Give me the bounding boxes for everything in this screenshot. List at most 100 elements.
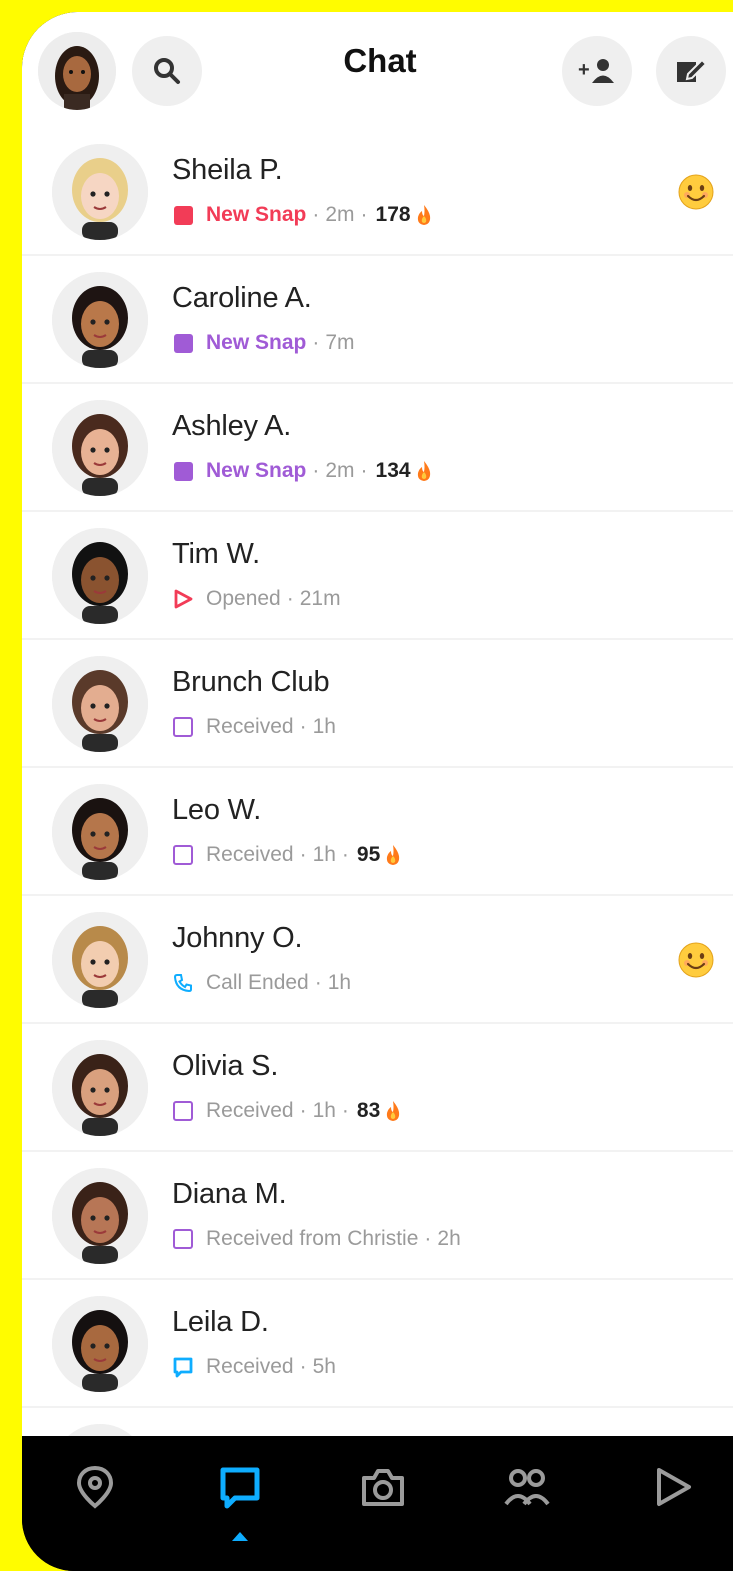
- chat-screen: Chat + Sheila P. New Snap · 2m · 178 Caroline …: [22, 12, 733, 1436]
- phone-icon: [172, 972, 194, 994]
- svg-text:+: +: [578, 59, 590, 81]
- chat-row[interactable]: Sheila P. New Snap · 2m · 178: [22, 128, 733, 254]
- active-tab-indicator: [232, 1532, 248, 1541]
- chat-status-text: Received from Christie: [206, 1227, 419, 1250]
- friend-name: Ashley A.: [172, 410, 292, 442]
- fire-icon: [417, 461, 430, 481]
- camera-icon[interactable]: [358, 1462, 408, 1512]
- chat-status-line: Received from Christie · 2h: [172, 1224, 461, 1254]
- chat-status-text: Call Ended: [206, 971, 309, 994]
- chat-status-text: New Snap: [206, 459, 307, 482]
- separator-dot: ·: [424, 1227, 432, 1250]
- smiley-friend-emoji-icon: [678, 942, 714, 978]
- stories-icon[interactable]: [502, 1462, 552, 1512]
- add-friend-button[interactable]: +: [562, 36, 632, 106]
- separator-dot: ·: [312, 331, 320, 354]
- bitmoji-avatar-icon: [52, 1296, 148, 1392]
- friend-name: Sheila P.: [172, 154, 283, 186]
- separator-dot: ·: [312, 203, 320, 226]
- friend-avatar[interactable]: [52, 528, 148, 624]
- chat-bubble-icon: [172, 1356, 194, 1378]
- chat-status-text: New Snap: [206, 331, 307, 354]
- friend-avatar[interactable]: [52, 144, 148, 240]
- separator-dot: ·: [299, 1099, 307, 1122]
- separator-dot: ·: [360, 203, 368, 226]
- opened-arrow-icon: [172, 588, 194, 610]
- chat-status-text: Received: [206, 1355, 294, 1378]
- snapstreak-count: 134: [375, 459, 411, 482]
- received-snap-icon: [172, 1100, 194, 1122]
- new-snap-icon: [172, 204, 194, 226]
- bitmoji-avatar-icon: [52, 144, 148, 240]
- new-chat-icon: [677, 58, 708, 82]
- chat-row[interactable]: Leila D. Received · 5h: [22, 1280, 733, 1406]
- chat-timestamp: 1h: [327, 971, 352, 994]
- chat-status-line: Received · 1h · 95: [172, 840, 402, 870]
- chat-timestamp: 1h: [312, 715, 336, 738]
- chat-row[interactable]: Olivia S. Received · 1h · 83: [22, 1024, 733, 1150]
- chat-timestamp: 21m: [299, 587, 341, 610]
- chat-status-text: New Snap: [206, 203, 307, 226]
- separator-dot: ·: [299, 843, 307, 866]
- chat-row[interactable]: Brunch Club Received · 1h: [22, 640, 733, 766]
- chat-timestamp: 2h: [437, 1227, 461, 1250]
- chat-timestamp: 5h: [312, 1355, 336, 1378]
- snapstreak-count: 95: [356, 843, 381, 866]
- separator-dot: ·: [312, 459, 320, 482]
- chat-status-line: Received · 1h: [172, 712, 336, 742]
- friend-avatar[interactable]: [52, 1168, 148, 1264]
- fire-icon: [417, 205, 430, 225]
- friend-avatar[interactable]: [52, 400, 148, 496]
- chat-row[interactable]: Leo W. Received · 1h · 95: [22, 768, 733, 894]
- friend-name: Leila D.: [172, 1306, 269, 1338]
- chat-status-line: Received · 5h: [172, 1352, 336, 1382]
- chat-row[interactable]: Diana M. Received from Christie · 2h: [22, 1152, 733, 1278]
- fire-icon: [387, 845, 400, 865]
- chat-status-text: Received: [206, 1099, 294, 1122]
- separator-dot: ·: [299, 715, 307, 738]
- friend-avatar[interactable]: [52, 656, 148, 752]
- chat-icon[interactable]: [215, 1462, 265, 1512]
- chat-row[interactable]: Tim W. Opened · 21m: [22, 512, 733, 638]
- received-snap-icon: [172, 844, 194, 866]
- new-chat-button[interactable]: [656, 36, 726, 106]
- separator-dot: ·: [314, 971, 322, 994]
- separator-dot: ·: [360, 459, 368, 482]
- chat-row[interactable]: Ashley A. New Snap · 2m · 134: [22, 384, 733, 510]
- chat-row[interactable]: Caroline A. New Snap · 7m: [22, 256, 733, 382]
- friend-name: Tim W.: [172, 538, 260, 570]
- separator-dot: ·: [341, 1099, 349, 1122]
- friend-avatar[interactable]: [52, 784, 148, 880]
- bitmoji-avatar-icon: [52, 1168, 148, 1264]
- friend-avatar[interactable]: [52, 272, 148, 368]
- chat-status-line: Opened · 21m: [172, 584, 341, 614]
- friend-avatar[interactable]: [52, 1296, 148, 1392]
- separator-dot: ·: [299, 1355, 307, 1378]
- chat-status-text: Opened: [206, 587, 281, 610]
- new-snap-icon: [172, 332, 194, 354]
- separator-dot: ·: [286, 587, 294, 610]
- friend-avatar[interactable]: [52, 1424, 148, 1436]
- chat-timestamp: 2m: [325, 459, 355, 482]
- friend-name: Leo W.: [172, 794, 262, 826]
- bitmoji-avatar-icon: [52, 400, 148, 496]
- chat-row[interactable]: Johnny O. Call Ended · 1h: [22, 896, 733, 1022]
- chat-status-line: New Snap · 2m · 178: [172, 200, 433, 230]
- chat-timestamp: 2m: [325, 203, 355, 226]
- new-snap-icon: [172, 460, 194, 482]
- phone-frame: Chat + Sheila P. New Snap · 2m · 178 Caroline …: [22, 12, 733, 1571]
- chat-row[interactable]: Brian F.: [22, 1408, 733, 1436]
- add-friend-icon: +: [578, 59, 614, 83]
- smiley-friend-emoji-icon: [678, 174, 714, 210]
- friend-avatar[interactable]: [52, 1040, 148, 1136]
- chat-timestamp: 1h: [312, 843, 336, 866]
- friend-name: Brunch Club: [172, 666, 330, 698]
- chat-status-text: Received: [206, 843, 294, 866]
- friend-avatar[interactable]: [52, 912, 148, 1008]
- spotlight-icon[interactable]: [647, 1462, 697, 1512]
- snapstreak-count: 178: [375, 203, 411, 226]
- bitmoji-avatar-icon: [52, 1040, 148, 1136]
- map-icon[interactable]: [70, 1462, 120, 1512]
- fire-icon: [387, 1101, 400, 1121]
- friend-name: Olivia S.: [172, 1050, 279, 1082]
